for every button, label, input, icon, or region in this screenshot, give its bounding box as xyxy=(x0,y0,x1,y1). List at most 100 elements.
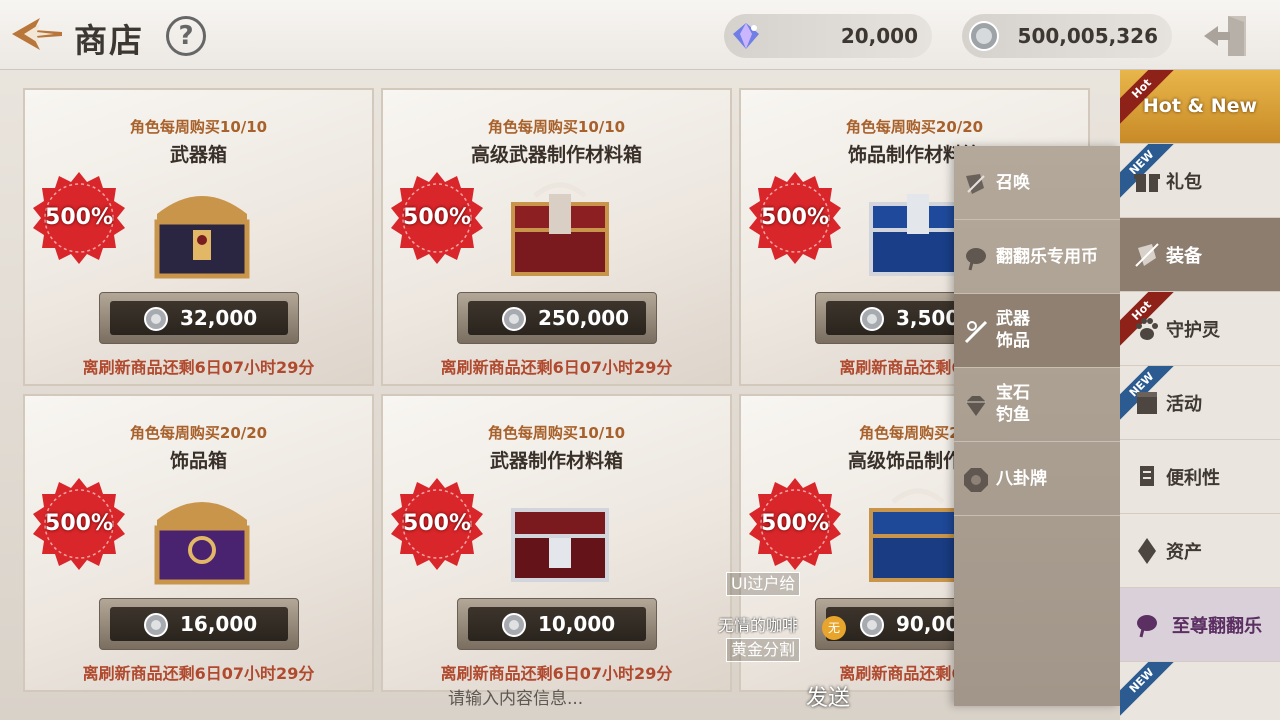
buy-button[interactable]: 10,000 xyxy=(457,598,657,650)
refresh-timer: 离刷新商品还剩6日07小时29分 xyxy=(440,358,673,377)
price-value: 32,000 xyxy=(180,306,258,330)
category-label: 装备 xyxy=(1166,246,1202,267)
price-value: 90,00 xyxy=(896,612,960,636)
event-icon xyxy=(1137,392,1157,414)
ribbon-label: NEW xyxy=(1120,662,1174,716)
category-package[interactable]: NEW 礼包 xyxy=(1120,144,1280,218)
paw-icon xyxy=(1136,318,1158,340)
category-supreme-flip[interactable]: 至尊翻翻乐 xyxy=(1120,588,1280,662)
silver-coin-icon xyxy=(502,307,526,331)
weekly-limit: 角色每周购买10/10 xyxy=(487,424,626,442)
category-more[interactable]: NEW xyxy=(1120,662,1280,720)
gem-currency[interactable]: 20,000 xyxy=(724,14,932,58)
refresh-timer: 离刷新商品还剩6日07小时29分 xyxy=(440,664,673,683)
price-box: 32,000 xyxy=(110,301,288,335)
chat-tag[interactable]: 黄金分割 xyxy=(726,638,801,662)
category-label: Hot & New xyxy=(1142,95,1258,117)
coin-icon xyxy=(966,248,986,271)
category-event[interactable]: NEW 活动 xyxy=(1120,366,1280,440)
product-name: 高级武器制作材料箱 xyxy=(470,144,642,166)
gem-icon xyxy=(733,23,759,49)
top-bar: 商店 ? 20,000 500,005,326 xyxy=(0,0,1280,70)
category-label: 便利性 xyxy=(1166,468,1220,489)
equipment-submenu: 召唤 翻翻乐专用币 武器 饰品 宝石 钓鱼 八卦牌 xyxy=(954,146,1120,706)
product-card[interactable]: 角色每周购买20/20 饰品箱 500% 16,000 离刷新商品还剩6日07小… xyxy=(23,394,374,692)
submenu-item-bagua[interactable]: 八卦牌 xyxy=(954,442,1120,516)
supreme-coin-icon xyxy=(1137,615,1157,638)
category-sidebar: Hot Hot & New NEW 礼包 装备 Hot 守护灵 NEW 活动 便… xyxy=(1120,70,1280,720)
category-assets[interactable]: 资产 xyxy=(1120,514,1280,588)
discount-label: 500% xyxy=(403,205,471,230)
refresh-timer: 离刷新商品还剩6日07小时29分 xyxy=(82,664,315,683)
submenu-label: 翻翻乐专用币 xyxy=(996,247,1098,267)
discount-label: 500% xyxy=(45,205,113,230)
category-label: 资产 xyxy=(1166,542,1202,563)
weekly-limit: 角色每周购买10/10 xyxy=(129,118,268,136)
help-button[interactable]: ? xyxy=(166,16,206,56)
product-name: 武器箱 xyxy=(169,144,227,166)
weekly-limit: 角色每周购买10/10 xyxy=(487,118,626,136)
category-guardian[interactable]: Hot 守护灵 xyxy=(1120,292,1280,366)
submenu-item-weapon-accessory[interactable]: 武器 饰品 xyxy=(954,294,1120,368)
category-label: 礼包 xyxy=(1166,172,1202,193)
submenu-label-line1: 宝石 xyxy=(996,383,1030,403)
price-value: 3,500 xyxy=(896,306,960,330)
gem-amount: 20,000 xyxy=(840,24,918,48)
new-ribbon: NEW xyxy=(1120,662,1174,716)
discount-label: 500% xyxy=(761,511,829,536)
discount-label: 500% xyxy=(403,511,471,536)
submenu-item-summon[interactable]: 召唤 xyxy=(954,146,1120,220)
sword-shield-icon xyxy=(966,174,985,194)
chat-tag[interactable]: UI过户给 xyxy=(726,572,801,596)
category-label: 活动 xyxy=(1166,394,1202,415)
price-box: 10,000 xyxy=(468,607,646,641)
weekly-limit: 角色每周购买20/20 xyxy=(845,118,984,136)
category-convenience[interactable]: 便利性 xyxy=(1120,440,1280,514)
chat-input[interactable]: 请输入内容信息... xyxy=(448,684,583,709)
discount-label: 500% xyxy=(761,205,829,230)
silver-coin-icon xyxy=(860,307,884,331)
price-box: 250,000 xyxy=(468,301,646,335)
treasure-chest-icon xyxy=(154,502,250,585)
back-arrow-icon[interactable] xyxy=(10,14,64,54)
submenu-label-line2: 饰品 xyxy=(996,331,1030,351)
product-card[interactable]: 角色每周购买10/10 武器制作材料箱 500% 10,000 离刷新商品还剩6… xyxy=(381,394,732,692)
sender-badge: 无 xyxy=(822,616,846,640)
product-name: 饰品箱 xyxy=(169,450,227,472)
silver-currency[interactable]: 500,005,326 xyxy=(962,14,1172,58)
submenu-label-line1: 武器 xyxy=(996,309,1030,329)
gem-icon xyxy=(966,396,986,416)
send-button[interactable]: 发送 xyxy=(806,680,850,712)
category-hot-new[interactable]: Hot Hot & New xyxy=(1120,70,1280,144)
silver-amount: 500,005,326 xyxy=(1017,24,1158,48)
price-value: 10,000 xyxy=(538,612,616,636)
chat-sender: 无情的咖啡 xyxy=(718,616,799,635)
buy-button[interactable]: 32,000 xyxy=(99,292,299,344)
silver-coin-icon xyxy=(144,307,168,331)
buy-button[interactable]: 250,000 xyxy=(457,292,657,344)
bagua-icon xyxy=(964,468,988,492)
refresh-timer: 离刷新商品还剩6日07小时29分 xyxy=(82,358,315,377)
category-label: 守护灵 xyxy=(1166,320,1220,341)
category-equipment[interactable]: 装备 xyxy=(1120,218,1280,292)
submenu-item-gem-fishing[interactable]: 宝石 钓鱼 xyxy=(954,368,1120,442)
gift-icon xyxy=(1134,174,1160,192)
product-card[interactable]: 角色每周购买10/10 武器箱 500% 32,000 离刷新商品还剩6日07小… xyxy=(23,88,374,386)
buy-button[interactable]: 16,000 xyxy=(99,598,299,650)
submenu-label-line2: 钓鱼 xyxy=(996,405,1030,425)
exit-icon[interactable] xyxy=(1200,14,1254,58)
silver-coin-icon xyxy=(969,21,999,51)
price-value: 16,000 xyxy=(180,612,258,636)
treasure-chest-icon xyxy=(154,196,250,279)
sword-shield-icon xyxy=(1135,243,1159,267)
product-card[interactable]: 角色每周购买10/10 高级武器制作材料箱 500% 250,000 离刷新商品… xyxy=(381,88,732,386)
weekly-limit: 角色每周购买20/20 xyxy=(129,424,268,442)
submenu-label: 召唤 xyxy=(996,173,1030,193)
material-box-icon xyxy=(511,182,609,276)
price-box: 16,000 xyxy=(110,607,288,641)
weapon-icon xyxy=(964,320,988,344)
price-value: 250,000 xyxy=(538,306,630,330)
page-title: 商店 xyxy=(74,21,144,60)
silver-coin-icon xyxy=(144,613,168,637)
submenu-item-flip-coin[interactable]: 翻翻乐专用币 xyxy=(954,220,1120,294)
